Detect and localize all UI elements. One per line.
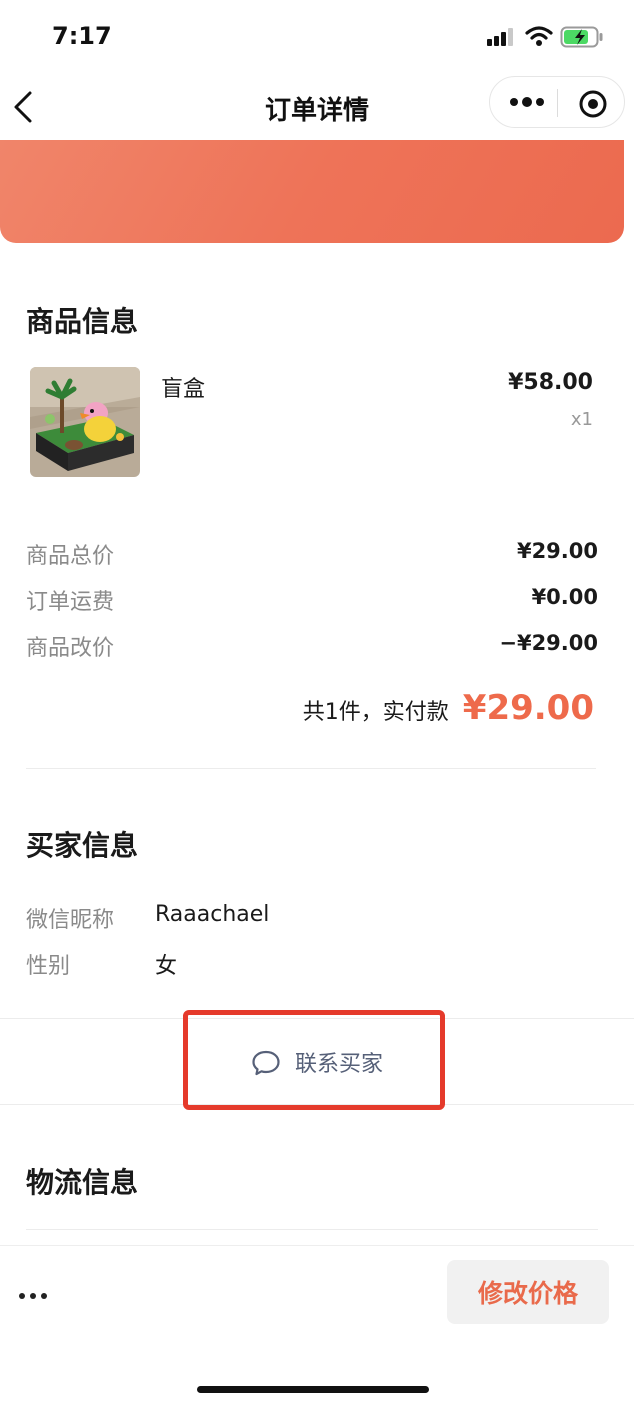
logistics-section-title: 物流信息 [26, 1166, 139, 1199]
product-section-title: 商品信息 [26, 305, 139, 338]
summary-label-price-change: 商品改价 [26, 636, 115, 661]
bottom-action-bar: 修改价格 [0, 1245, 634, 1341]
buyer-section-title: 买家信息 [26, 829, 139, 862]
signal-icon [487, 28, 513, 46]
close-icon[interactable] [578, 89, 608, 119]
summary-label-shipping: 订单运费 [26, 590, 115, 615]
capsule-divider [557, 89, 558, 117]
buyer-label-nickname: 微信昵称 [26, 908, 115, 933]
summary-value-shipping: ¥0.00 [531, 585, 598, 609]
highlight-box [183, 1010, 445, 1110]
buyer-label-gender: 性别 [26, 954, 71, 979]
total-label: 共1件，实付款 [302, 700, 449, 725]
wifi-icon [525, 26, 553, 46]
buyer-value-gender: 女 [155, 954, 178, 979]
mini-program-capsule [489, 76, 625, 128]
home-indicator [197, 1386, 429, 1393]
more-dots-icon[interactable] [18, 1292, 48, 1300]
status-bar: 7:17 [0, 0, 634, 76]
edit-price-label: 修改价格 [477, 1279, 578, 1308]
nav-bar: 订单详情 [0, 76, 634, 136]
summary-value-price-change: −¥29.00 [499, 631, 598, 655]
summary-value-subtotal: ¥29.00 [516, 539, 598, 563]
product-price: ¥58.00 [508, 370, 593, 395]
product-thumbnail[interactable] [30, 367, 140, 477]
total-amount: ¥29.00 [462, 688, 594, 728]
status-time: 7:17 [52, 22, 112, 50]
product-name: 盲盒 [161, 377, 206, 402]
divider [26, 768, 596, 769]
divider [26, 1229, 598, 1230]
buyer-value-nickname: Raaachael [155, 902, 270, 927]
product-quantity: x1 [570, 409, 593, 430]
more-icon[interactable] [510, 93, 544, 111]
edit-price-button[interactable]: 修改价格 [447, 1260, 609, 1324]
battery-icon [560, 26, 603, 48]
order-status-banner [0, 140, 624, 243]
summary-label-subtotal: 商品总价 [26, 544, 115, 569]
total-row: 共1件，实付款 ¥29.00 [303, 688, 594, 728]
